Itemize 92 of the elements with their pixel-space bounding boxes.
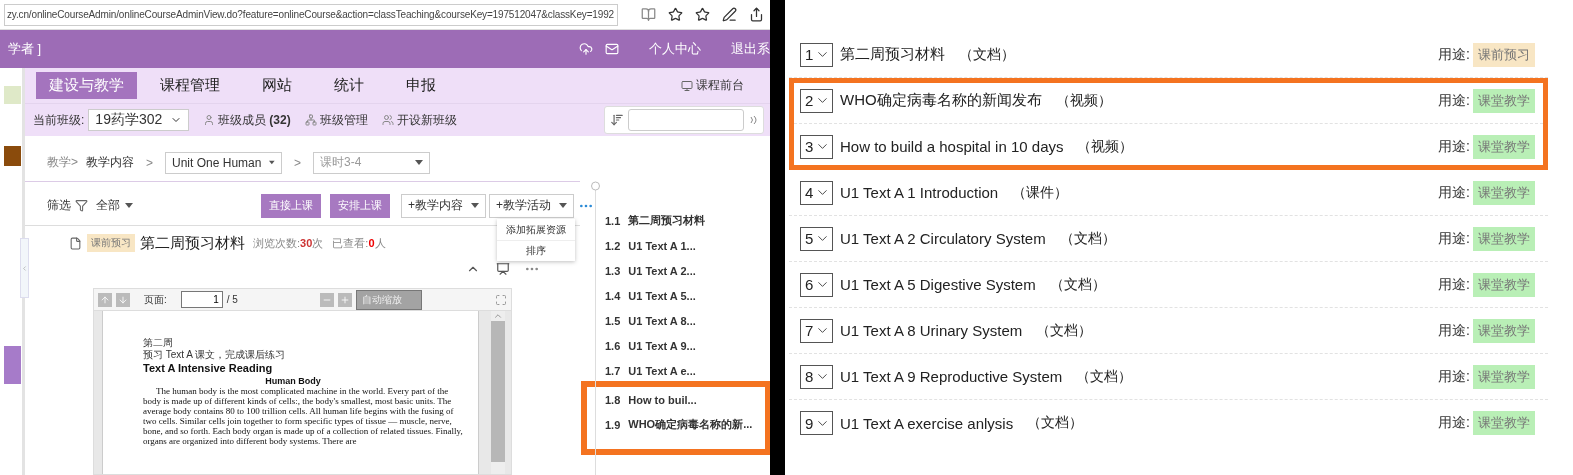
usage-badge: 课堂教学: [1473, 134, 1535, 159]
order-select[interactable]: 1: [800, 42, 833, 67]
page-total: / 5: [226, 294, 238, 305]
usage-badge: 课堂教学: [1473, 180, 1535, 205]
front-link[interactable]: 课程前台: [696, 77, 744, 94]
resource-type: （文档）: [1059, 229, 1116, 248]
usage-label: 用途:: [1438, 137, 1470, 156]
resource-title[interactable]: How to build a hospital in 10 days: [840, 138, 1064, 155]
members-link[interactable]: 班级成员 (32): [203, 111, 291, 129]
breadcrumb-separator: >: [294, 155, 302, 170]
nav-tab[interactable]: 课程管理: [147, 72, 233, 99]
header-link[interactable]: 退出系: [731, 40, 770, 58]
resource-title[interactable]: 第二周预习材料: [840, 45, 945, 64]
menu-item[interactable]: 排序: [497, 240, 575, 261]
breadcrumb-root[interactable]: 教学>: [47, 154, 78, 171]
order-select[interactable]: 2: [800, 88, 833, 113]
outline-item[interactable]: 1.6 U1 Text A 9...: [595, 333, 770, 358]
order-select[interactable]: 8: [800, 364, 833, 389]
nav-tab[interactable]: 统计: [321, 72, 377, 99]
add-dropdown[interactable]: +教学活动: [489, 193, 575, 218]
filter-select[interactable]: 全部: [96, 194, 133, 217]
usage-badge: 课前预习: [1473, 42, 1535, 67]
resource-type: （文档）: [1036, 321, 1093, 340]
outline-item[interactable]: 1.3 U1 Text A 2...: [595, 258, 770, 283]
url-field[interactable]: zy.cn/onlineCourseAdmin/onlineCourseAdminView.do?feature=onlineCourse&action=classTeaching&courseKey=197512047&classKey=1992: [4, 3, 618, 26]
resource-type: （文档）: [1027, 414, 1084, 432]
outline-item[interactable]: 1.4 U1 Text A 5...: [595, 283, 770, 308]
new-class-link[interactable]: 开设新班级: [381, 111, 457, 129]
usage-label: 用途:: [1438, 183, 1470, 202]
resource-title[interactable]: U1 Text A exercise anlysis: [840, 414, 1014, 432]
outline-item[interactable]: 1.9 WHO确定病毒名称的新...: [595, 412, 765, 437]
resource-title[interactable]: U1 Text A 8 Urinary System: [840, 322, 1023, 339]
order-select[interactable]: 7: [800, 318, 833, 343]
resource-type: （文档）: [1049, 275, 1106, 294]
resource-type: （课件）: [1012, 183, 1069, 202]
header-link[interactable]: 个人中心: [649, 40, 701, 58]
item-title[interactable]: 第二周预习材料: [140, 233, 245, 253]
view-count: 浏览次数:30次: [253, 235, 324, 251]
outline-item[interactable]: 1.2 U1 Text A 1...: [595, 233, 770, 258]
order-select[interactable]: 6: [800, 272, 833, 297]
usage-label: 用途:: [1438, 229, 1470, 248]
page-field[interactable]: 1: [180, 291, 223, 308]
resource-type: （文档）: [1076, 367, 1133, 386]
outline-item[interactable]: 1.1 第二周预习材料: [595, 208, 770, 233]
order-select[interactable]: 9: [800, 411, 833, 435]
usage-label: 用途:: [1438, 275, 1470, 294]
resource-type: （文档）: [959, 45, 1015, 64]
order-select[interactable]: 5: [800, 226, 833, 251]
resource-title[interactable]: U1 Text A 2 Circulatory System: [840, 230, 1046, 247]
breadcrumb-current: 教学内容: [86, 154, 134, 171]
resource-title[interactable]: U1 Text A 1 Introduction: [840, 184, 999, 201]
nav-tab[interactable]: 网站: [249, 72, 305, 99]
usage-badge: 课堂教学: [1473, 411, 1535, 435]
filter-label: 筛选: [47, 197, 71, 214]
usage-label: 用途:: [1438, 414, 1470, 432]
unit-select[interactable]: Unit One Human: [165, 151, 283, 174]
usage-label: 用途:: [1438, 91, 1470, 110]
resource-type: （视频）: [1055, 91, 1112, 110]
viewed-count: 已查看:0人: [332, 235, 386, 251]
resource-type: （视频）: [1077, 137, 1134, 156]
document-text: 第二周: [143, 337, 174, 349]
outline-item[interactable]: 1.7 U1 Text A e...: [595, 358, 770, 383]
class-select[interactable]: 19药学302: [88, 109, 190, 131]
usage-badge: 课堂教学: [1473, 318, 1535, 343]
manage-link[interactable]: 班级管理: [304, 111, 368, 129]
document-heading: Text A Intensive Reading: [143, 362, 274, 374]
usage-badge: 课前预习: [87, 234, 135, 252]
page-label: 页面:: [144, 292, 167, 307]
outline-item[interactable]: 1.5 U1 Text A 8...: [595, 308, 770, 333]
resource-title[interactable]: U1 Text A 9 Reproductive System: [840, 368, 1063, 385]
order-select[interactable]: 3: [800, 134, 833, 159]
add-dropdown[interactable]: +教学内容: [401, 193, 486, 218]
header-title: 学者 ]: [8, 40, 43, 58]
breadcrumb-separator: >: [146, 155, 154, 170]
outline-item[interactable]: 1.8 How to buil...: [595, 387, 765, 412]
document-subheading: Human Body: [264, 376, 322, 386]
order-select[interactable]: 4: [800, 180, 833, 205]
usage-badge: 课堂教学: [1473, 88, 1535, 113]
resource-title[interactable]: WHO确定病毒名称的新闻发布: [840, 91, 1042, 110]
resource-title[interactable]: U1 Text A 5 Digestive System: [840, 276, 1036, 293]
usage-label: 用途:: [1438, 321, 1470, 340]
usage-badge: 课堂教学: [1473, 364, 1535, 389]
nav-tab[interactable]: 建设与教学: [36, 72, 137, 99]
usage-label: 用途:: [1438, 45, 1470, 64]
usage-badge: 课堂教学: [1473, 272, 1535, 297]
document-text: 预习 Text A 课文，完成课后练习: [143, 349, 287, 361]
nav-tab[interactable]: 申报: [393, 72, 449, 99]
usage-badge: 课堂教学: [1473, 226, 1535, 251]
usage-label: 用途:: [1438, 367, 1470, 386]
document-paragraph: The human body is the most complicated machine in the world. Every part of the body is made up of different kinds of cells:, the body's smallest, most basic units. The average body contains 80 to 100 trillion cells. All human life begins with the fusing of two cells. Similar cells join together to form specific types of tissue — muscle, nerve, bone, and so forth. Each body organ is made up of a collection of related tissues. Finally, organs are organized into different body systems. There are: [143, 386, 463, 446]
class-label: 当前班级:: [33, 111, 85, 129]
menu-item[interactable]: 添加拓展资源: [497, 219, 575, 240]
